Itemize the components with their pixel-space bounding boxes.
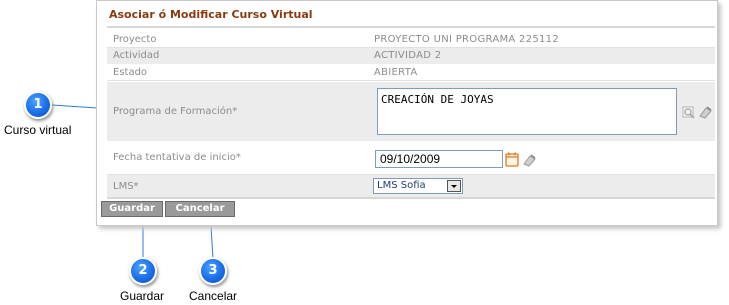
- guardar-button[interactable]: Guardar: [101, 201, 163, 217]
- clear-date-icon[interactable]: [522, 152, 537, 171]
- actividad-label: Actividad: [113, 50, 160, 61]
- callout-3-label: Cancelar: [189, 289, 238, 303]
- lms-selected-value: LMS Sofia: [377, 180, 426, 191]
- callout-1-badge: 1: [24, 91, 52, 119]
- form-panel: Asociar ó Modificar Curso Virtual Proyec…: [96, 0, 718, 226]
- cancelar-button[interactable]: Cancelar: [165, 201, 235, 217]
- row-actividad: Actividad ACTIVIDAD 2: [107, 48, 715, 64]
- chevron-down-icon[interactable]: [447, 180, 461, 192]
- proyecto-value: PROYECTO UNI PROGRAMA 225112: [374, 34, 560, 45]
- callout-1-label: Curso virtual: [4, 123, 72, 137]
- clear-icon[interactable]: [698, 104, 713, 123]
- form-title: Asociar ó Modificar Curso Virtual: [109, 8, 313, 21]
- callout-2-badge: 2: [129, 257, 157, 285]
- row-proyecto: Proyecto PROYECTO UNI PROGRAMA 225112: [107, 32, 715, 48]
- lms-label: LMS*: [113, 181, 139, 192]
- lms-select[interactable]: LMS Sofia: [373, 178, 463, 194]
- callout-2-label: Guardar: [120, 289, 165, 303]
- row-estado: Estado ABIERTA: [107, 64, 715, 81]
- search-icon[interactable]: [682, 105, 696, 124]
- programa-textarea[interactable]: CREACIÓN DE JOYAS: [377, 88, 677, 135]
- proyecto-label: Proyecto: [113, 34, 157, 45]
- estado-label: Estado: [113, 67, 148, 78]
- title-divider: [107, 26, 715, 28]
- fecha-label: Fecha tentativa de inicio*: [113, 152, 241, 163]
- actividad-value: ACTIVIDAD 2: [374, 50, 442, 61]
- callout-3-badge: 3: [199, 257, 227, 285]
- fecha-input[interactable]: 09/10/2009: [375, 150, 503, 168]
- estado-value: ABIERTA: [374, 67, 418, 78]
- footer-divider: [107, 197, 715, 199]
- calendar-icon[interactable]: [505, 152, 519, 171]
- programa-label: Programa de Formación*: [113, 106, 238, 117]
